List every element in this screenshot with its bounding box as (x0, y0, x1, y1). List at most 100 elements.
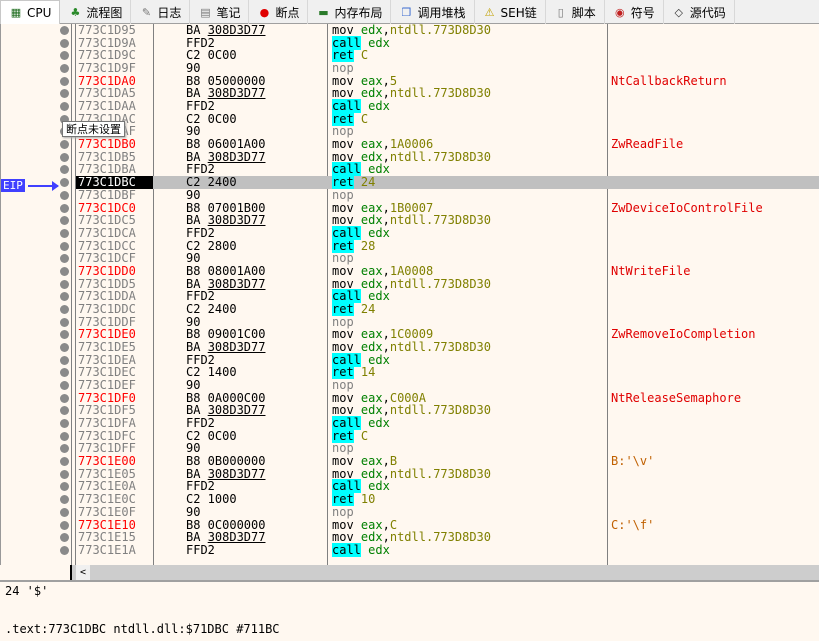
address: 773C1DFA (78, 416, 136, 431)
breakpoint-dot-icon[interactable] (60, 545, 69, 555)
breakpoint-dot-icon[interactable] (60, 254, 69, 264)
breakpoint-dot-icon[interactable] (60, 51, 69, 61)
breakpoint-dot-icon[interactable] (60, 38, 69, 48)
breakpoint-dot-icon[interactable] (60, 355, 69, 365)
breakpoint-dot-icon[interactable] (60, 266, 69, 276)
disassembly: mov edx,ntdll.773D8D30 (332, 213, 491, 228)
callstack-icon: ❒ (401, 5, 412, 19)
tab-symbol[interactable]: ◉ 符号 (605, 0, 664, 24)
breakpoint-dot-icon[interactable] (60, 495, 69, 505)
comment: ZwDeviceIoControlFile (611, 200, 763, 215)
breakpoint-dot-icon[interactable] (60, 102, 69, 112)
breakpoint-dot-icon[interactable] (60, 178, 69, 188)
comment: ZwReadFile (611, 137, 684, 152)
symbol-icon: ◉ (614, 5, 625, 19)
table-row[interactable]: 773C1E0F 90 nop (1, 504, 819, 519)
breakpoint-dot-icon[interactable] (60, 381, 69, 391)
breakpoint-dot-icon[interactable] (60, 482, 69, 492)
table-row[interactable]: 773C1DDC C2 2400 ret 24 (1, 301, 819, 316)
table-row[interactable]: 773C1DFA FFD2 call edx (1, 416, 819, 431)
tab-label: 符号 (630, 5, 655, 20)
scroll-left-icon[interactable]: < (76, 565, 90, 580)
breakpoint-dot-icon[interactable] (60, 304, 69, 314)
breakpoint-dot-icon[interactable] (60, 165, 69, 175)
address: 773C1DBF (78, 187, 136, 202)
cpu-icon: ▦ (10, 6, 22, 19)
breakpoint-dot-icon[interactable] (60, 292, 69, 302)
tab-cpu[interactable]: ▦ CPU (0, 0, 61, 24)
breakpoint-dot-icon[interactable] (60, 343, 69, 352)
tab-memory[interactable]: ▬ 内存布局 (308, 0, 392, 24)
tab-label: 日志 (157, 5, 182, 20)
breakpoint-dot-icon[interactable] (60, 317, 69, 327)
breakpoint-dot-icon[interactable] (60, 228, 69, 238)
tab-script[interactable]: ▯ 脚本 (546, 0, 605, 24)
breakpoint-dot-icon[interactable] (60, 444, 69, 454)
address: 773C1DBC (76, 176, 153, 189)
breakpoint-dot-icon[interactable] (60, 190, 69, 200)
table-row[interactable]: 773C1DAA FFD2 call edx (1, 99, 819, 114)
tab-callstack[interactable]: ❒ 调用堆栈 (391, 0, 475, 24)
breakpoint-dot-icon[interactable] (60, 203, 69, 213)
tab-log[interactable]: ✎ 日志 (131, 0, 191, 24)
seh-icon: ⚠ (484, 5, 495, 19)
breakpoint-dot-icon[interactable] (60, 393, 69, 403)
address: 773C1E00 (78, 454, 136, 469)
breakpoint-dot-icon[interactable] (60, 520, 69, 530)
breakpoint-dot-icon[interactable] (60, 64, 69, 74)
bytes: C2 1000 (186, 492, 237, 507)
breakpoint-dot-icon[interactable] (60, 330, 69, 340)
breakpoint-dot-icon[interactable] (60, 26, 69, 35)
tab-seh[interactable]: ⚠ SEH链 (475, 0, 546, 24)
comment: NtCallbackReturn (611, 73, 727, 88)
table-row[interactable]: 773C1DE5 BA 308D3D77 mov edx,ntdll.773D8D3… (1, 341, 819, 354)
breakpoint-dot-icon[interactable] (60, 457, 69, 467)
tab-notes[interactable]: ▤ 笔记 (190, 0, 250, 24)
eip-arrow-head-icon (52, 181, 59, 191)
table-row[interactable]: 773C1E0C C2 1000 ret 10 (1, 492, 819, 507)
table-row[interactable]: 773C1DC5 BA 308D3D77 mov edx,ntdll.773D8D3… (1, 214, 819, 227)
tab-tree[interactable]: ♣ 流程图 (60, 0, 132, 24)
source-icon: ◇ (674, 5, 683, 19)
bytes: 90 (186, 187, 201, 202)
breakpoint-dot-icon[interactable] (60, 419, 69, 429)
breakpoint-dot-icon[interactable] (60, 406, 69, 416)
table-row[interactable]: 773C1D9F 90 nop (1, 62, 819, 75)
horizontal-scrollbar[interactable]: < (70, 565, 819, 580)
breakpoint-dot-icon[interactable] (60, 76, 69, 86)
bytes: FFD2 (186, 416, 215, 431)
breakpoint-dot-icon[interactable] (60, 140, 69, 150)
address: 773C1DB0 (78, 137, 136, 152)
table-row[interactable]: 773C1D95 BA 308D3D77 mov edx,ntdll.773D8D3… (1, 24, 819, 37)
info-location: .text:773C1DBC ntdll.dll:$71DBC #711BC (5, 622, 280, 636)
breakpoint-dot-icon[interactable] (60, 368, 69, 378)
breakpoint-dot-icon[interactable] (60, 533, 69, 543)
address: 773C1E1A (78, 542, 136, 557)
breakpoint-dot-icon[interactable] (60, 216, 69, 226)
breakpoint-dot-icon[interactable] (60, 89, 69, 99)
table-row[interactable]: 773C1DBC C2 2400 ret 24 (1, 175, 819, 190)
bytes: 90 (186, 504, 201, 519)
breakpoint-dot-icon[interactable] (60, 431, 69, 441)
table-row[interactable]: 773C1DCA FFD2 call edx (1, 225, 819, 240)
tab-breakpoint[interactable]: ● 断点 (249, 0, 309, 24)
tab-label: SEH链 (500, 5, 537, 20)
disassembly-view[interactable]: 773C1D95 BA 308D3D77 mov edx,ntdll.773D8D3… (0, 24, 819, 565)
breakpoint-dot-icon[interactable] (60, 152, 69, 162)
tab-source[interactable]: ◇ 源代码 (664, 0, 735, 24)
breakpoint-icon: ● (259, 5, 270, 19)
tab-label: CPU (27, 5, 52, 20)
address: 773C1D95 (78, 24, 136, 37)
address: 773C1E0C (78, 492, 136, 507)
disassembly: mov edx,ntdll.773D8D30 (332, 340, 491, 354)
breakpoint-dot-icon[interactable] (60, 507, 69, 517)
disassembly: call edx (332, 542, 390, 557)
breakpoint-dot-icon[interactable] (60, 469, 69, 479)
bytes: 90 (186, 61, 201, 76)
tree-icon: ♣ (70, 5, 81, 19)
table-row[interactable]: 773C1E1A FFD2 call edx (1, 542, 819, 557)
breakpoint-dot-icon[interactable] (60, 241, 69, 251)
bytes: FFD2 (186, 542, 215, 557)
table-row[interactable]: 773C1E15 BA 308D3D77 mov edx,ntdll.773D8D3… (1, 531, 819, 544)
breakpoint-dot-icon[interactable] (60, 279, 69, 289)
